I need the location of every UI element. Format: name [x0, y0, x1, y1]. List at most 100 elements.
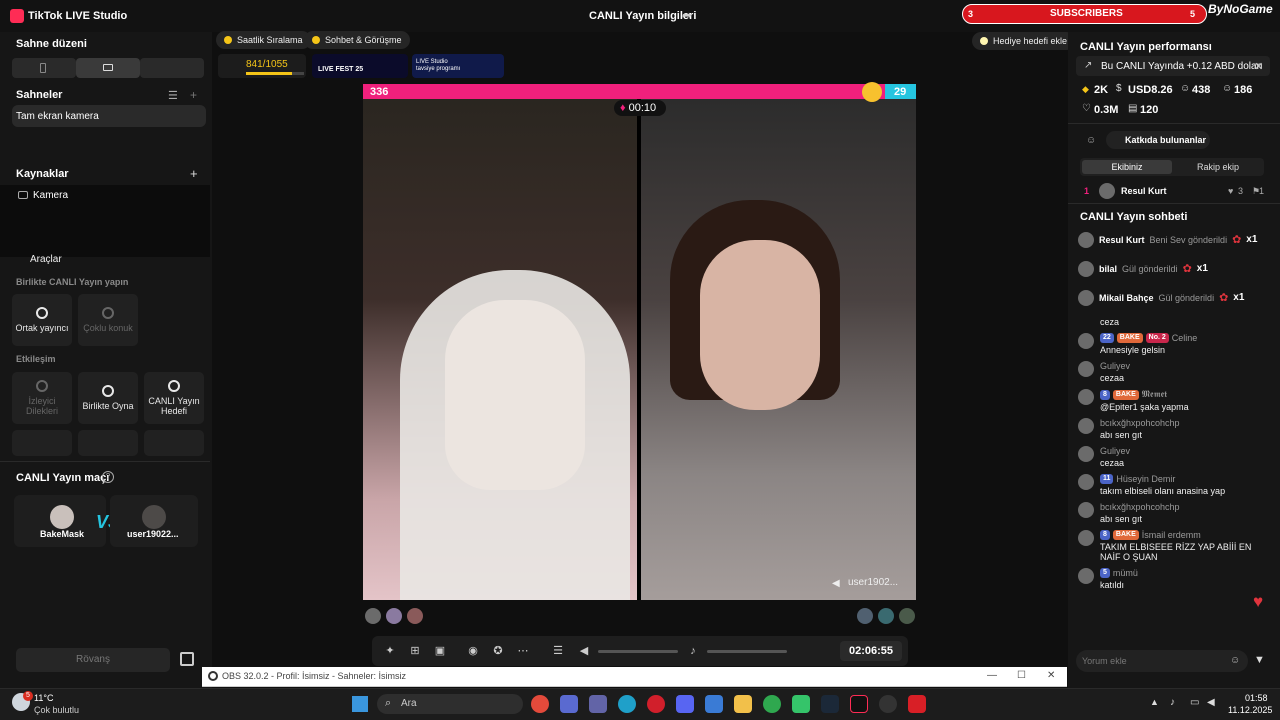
chat-user-name: İsmail erdemm [1141, 530, 1201, 540]
windows-start-icon[interactable] [352, 696, 368, 712]
supporter-avatar [365, 608, 381, 624]
chat-text: @Epiter1 şaka yapma [1100, 402, 1189, 412]
player1-avatar [50, 505, 74, 529]
scenes-title: Sahneler [16, 89, 63, 101]
rematch-button[interactable]: Rövanş [16, 648, 170, 672]
edge-icon[interactable] [618, 695, 636, 713]
chat-avatar [1078, 474, 1094, 490]
source-item-label[interactable]: Kamera [33, 190, 68, 201]
chat-user-name: Guliyev [1100, 361, 1131, 371]
chat-text: katıldı [1100, 580, 1125, 590]
co-host-button[interactable]: Ortak yayıncı [12, 294, 72, 346]
tab-your-team[interactable]: Ekibiniz [1082, 160, 1172, 174]
opponent-name: user1902... [848, 577, 899, 588]
level-badge: 8 [1100, 530, 1110, 540]
chat-text: abı sen gıt [1100, 430, 1143, 440]
gift-sender-name: bilal [1099, 263, 1118, 274]
tray-chevron-icon[interactable]: ▲ [1150, 697, 1159, 707]
landscape-icon [103, 64, 113, 71]
exit-icon[interactable] [180, 652, 194, 666]
live-goal-button[interactable]: CANLI Yayın Hedefi [144, 372, 204, 424]
add-source-icon[interactable]: + [190, 166, 198, 181]
play-together-button[interactable]: Birlikte Oyna [78, 372, 138, 424]
viewers-icon: ☺ [1180, 83, 1191, 94]
help-icon[interactable]: ? [102, 471, 114, 483]
app-icon[interactable] [792, 695, 810, 713]
person-icon [36, 380, 48, 392]
add-gift-goal-chip[interactable]: Hediye hedefi ekle [972, 32, 1076, 50]
tools-title: Araçlar [30, 254, 62, 265]
share-icon[interactable]: ➦ [682, 9, 694, 21]
viewer-requests-button[interactable]: İzleyici Dilekleri [12, 372, 72, 424]
more-icon[interactable]: ⋯ [517, 645, 529, 657]
volume-icon[interactable]: ◀ [578, 645, 590, 657]
chrome-icon[interactable] [531, 695, 549, 713]
mic-slider[interactable] [707, 650, 787, 653]
maximize-icon[interactable]: ☐ [1017, 670, 1026, 681]
portrait-icon [40, 63, 46, 73]
chat-avatar [1078, 568, 1094, 584]
gift-text: Gül gönderildi [1122, 263, 1178, 274]
opera-icon[interactable] [647, 695, 665, 713]
subscribers-label: SUBSCRIBERS [1050, 8, 1123, 19]
window-title: CANLI Yayın bilgileri [589, 10, 697, 22]
layout-rotate-button[interactable] [140, 58, 204, 78]
co-host-label: Ortak yayıncı [15, 323, 69, 333]
store-icon[interactable] [560, 695, 578, 713]
chat-chip[interactable]: Sohbet & Görüşme [304, 31, 410, 49]
hourly-ranking-chip[interactable]: Saatlik Sıralama [216, 31, 311, 49]
layout-ctl-icon[interactable]: ▣ [434, 645, 446, 657]
gift-text: Gül gönderildi [1158, 292, 1215, 303]
add-source-ctl-icon[interactable]: ⊞ [409, 645, 421, 657]
network-icon[interactable]: ▭ [1190, 697, 1199, 708]
obs-taskbar-icon[interactable] [879, 695, 897, 713]
discord-icon[interactable] [676, 695, 694, 713]
taskbar-search[interactable] [377, 694, 523, 714]
tray-mic-icon[interactable]: ♪ [1170, 697, 1175, 708]
filter-icon[interactable]: ▼ [1254, 654, 1265, 666]
play-together-label: Birlikte Oyna [82, 401, 134, 411]
speaker-icon[interactable]: ◀ [832, 578, 840, 589]
teams-icon[interactable] [589, 695, 607, 713]
chat-message: 22 BAKE No. 2 Celine Annesiyle gelsin [1078, 332, 1268, 360]
trophy-icon [224, 36, 232, 44]
fan-badge: BAKE [1112, 530, 1139, 540]
youtube-icon[interactable] [908, 695, 926, 713]
steam-icon[interactable] [821, 695, 839, 713]
gift-sender-name: Resul Kurt [1099, 234, 1145, 245]
tool-slot[interactable] [12, 430, 72, 456]
emoji-picker-icon[interactable]: ☺ [1230, 655, 1240, 666]
divider [1068, 203, 1280, 204]
gift-count: x1 [1246, 234, 1258, 245]
chrome-alt-icon[interactable] [763, 695, 781, 713]
close-icon[interactable]: ✕ [1254, 60, 1263, 73]
add-scene-icon[interactable]: + [190, 88, 197, 102]
temperature: 11°C [34, 693, 54, 703]
chat-message: Guliyev cezaa [1078, 360, 1268, 388]
settings-icon[interactable]: ☰ [552, 645, 564, 657]
list-icon[interactable]: ☰ [168, 89, 178, 102]
multi-guest-button[interactable]: Çoklu konuk [78, 294, 138, 346]
tiktok-taskbar-icon[interactable] [850, 695, 868, 713]
chat-text: ceza [1100, 317, 1120, 327]
chat-avatar [1078, 389, 1094, 405]
gift-row: bilal Gül gönderildi ✿ x1 [1078, 254, 1274, 283]
stat-viewers: 438 [1192, 84, 1211, 96]
close-window-icon[interactable]: ✕ [1047, 670, 1055, 681]
supporter-avatar [407, 608, 423, 624]
tab-opponent-team[interactable]: Rakip ekip [1174, 160, 1262, 174]
record-icon[interactable]: ◉ [467, 645, 479, 657]
folder-icon[interactable] [734, 695, 752, 713]
volume-slider[interactable] [598, 650, 678, 653]
supporter-avatar [878, 608, 894, 624]
sound-icon[interactable]: ◀ [1207, 697, 1215, 708]
effects-icon[interactable]: ✪ [492, 645, 504, 657]
mic-icon[interactable]: ♪ [687, 645, 699, 657]
mail-icon[interactable] [705, 695, 723, 713]
tool-slot[interactable] [78, 430, 138, 456]
chat-avatar [1078, 361, 1094, 377]
emoji-icon [862, 82, 882, 102]
magic-icon[interactable]: ✦ [384, 645, 396, 657]
minimize-icon[interactable]: — [987, 670, 997, 681]
tool-slot[interactable] [144, 430, 204, 456]
